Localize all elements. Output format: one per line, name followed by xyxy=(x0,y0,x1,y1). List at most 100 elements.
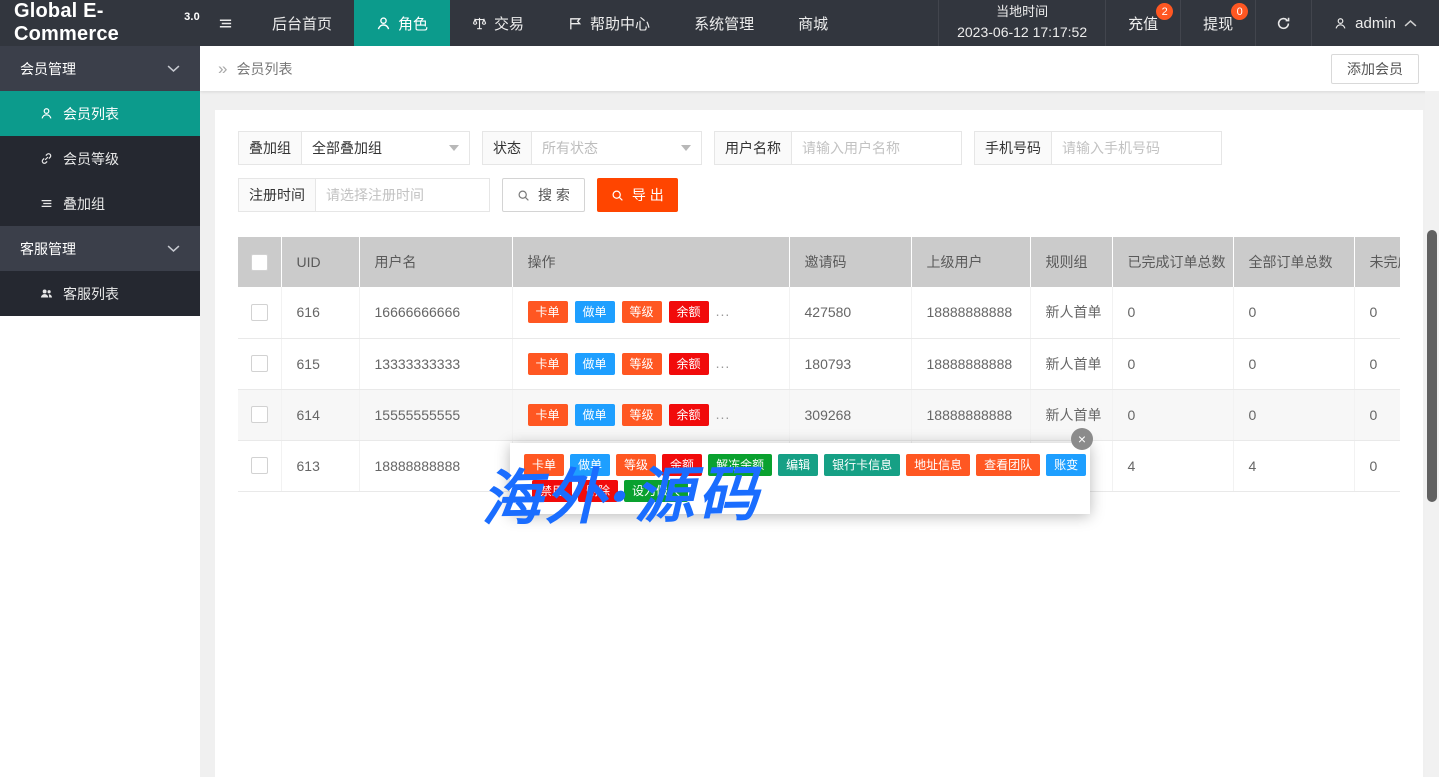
user-icon xyxy=(376,16,391,31)
nav-item-help-center[interactable]: 帮助中心 xyxy=(546,0,672,46)
scrollbar-thumb[interactable] xyxy=(1427,230,1437,502)
row-checkbox[interactable] xyxy=(251,457,268,474)
card-order-button[interactable]: 卡单 xyxy=(528,404,568,426)
search-icon xyxy=(611,189,624,202)
balance-button[interactable]: 余额 xyxy=(669,353,709,375)
sidebar-group-service-management[interactable]: 客服管理 xyxy=(0,226,200,271)
level-button[interactable]: 等级 xyxy=(622,353,662,375)
sidebar-item-stack-group[interactable]: 叠加组 xyxy=(0,181,200,226)
do-order-button[interactable]: 做单 xyxy=(575,404,615,426)
sidebar-item-member-list[interactable]: 会员列表 xyxy=(0,91,200,136)
more-actions-button[interactable]: ... xyxy=(716,303,731,319)
sidebar-item-service-list[interactable]: 客服列表 xyxy=(0,271,200,316)
balance-button[interactable]: 余额 xyxy=(669,301,709,323)
cell-uncompleted-orders: 0 xyxy=(1354,338,1400,389)
stack-group-value: 全部叠加组 xyxy=(312,138,382,158)
main-region: 叠加组 全部叠加组 状态 所有状态 用户名称 手机号码 xyxy=(200,91,1425,777)
set-fake-user-button[interactable]: 设为假人 xyxy=(624,480,688,502)
row-checkbox[interactable] xyxy=(251,304,268,321)
refresh-button[interactable] xyxy=(1256,0,1312,46)
do-order-button[interactable]: 做单 xyxy=(575,301,615,323)
admin-username: admin xyxy=(1355,15,1396,32)
admin-menu[interactable]: admin xyxy=(1312,0,1439,46)
popup-close-button[interactable]: × xyxy=(1071,428,1093,450)
table-row: 615 13333333333 卡单做单等级余额... 180793 18888… xyxy=(238,338,1400,389)
chevron-down-icon xyxy=(167,242,180,255)
nav-item-roles[interactable]: 角色 xyxy=(354,0,450,46)
cell-uncompleted-orders: 0 xyxy=(1354,440,1400,491)
card-order-button[interactable]: 卡单 xyxy=(528,301,568,323)
level-button[interactable]: 等级 xyxy=(622,301,662,323)
card-order-button[interactable]: 卡单 xyxy=(524,454,564,476)
level-button[interactable]: 等级 xyxy=(622,404,662,426)
view-team-button[interactable]: 查看团队 xyxy=(976,454,1040,476)
username-input[interactable] xyxy=(792,131,962,165)
table-row: 616 16666666666 卡单做单等级余额... 427580 18888… xyxy=(238,287,1400,338)
nav-item-label: 交易 xyxy=(494,13,524,34)
do-order-button[interactable]: 做单 xyxy=(570,454,610,476)
brand-version: 3.0 xyxy=(184,11,200,23)
cell-parent-user: 18888888888 xyxy=(911,338,1030,389)
disable-button[interactable]: 禁用 xyxy=(532,480,572,502)
sidebar-collapse-button[interactable] xyxy=(200,0,250,46)
sidebar-item-label: 客服列表 xyxy=(63,284,119,304)
stack-group-select[interactable]: 全部叠加组 xyxy=(302,131,470,165)
bank-card-info-button[interactable]: 银行卡信息 xyxy=(824,454,900,476)
status-select[interactable]: 所有状态 xyxy=(532,131,702,165)
balance-button[interactable]: 余额 xyxy=(662,454,702,476)
edit-button[interactable]: 编辑 xyxy=(778,454,818,476)
cell-actions: 卡单做单等级余额... xyxy=(512,389,789,440)
nav-item-dashboard[interactable]: 后台首页 xyxy=(250,0,354,46)
unfreeze-balance-button[interactable]: 解冻余额 xyxy=(708,454,772,476)
breadcrumb-bar: » 会员列表 添加会员 xyxy=(200,46,1439,91)
row-checkbox[interactable] xyxy=(251,406,268,423)
nav-item-label: 后台首页 xyxy=(272,13,332,34)
sidebar-group-label: 会员管理 xyxy=(20,59,76,79)
delete-button[interactable]: 删除 xyxy=(578,480,618,502)
sidebar-item-member-level[interactable]: 会员等级 xyxy=(0,136,200,181)
lines-icon xyxy=(40,197,53,210)
nav-item-label: 帮助中心 xyxy=(590,13,650,34)
add-member-button[interactable]: 添加会员 xyxy=(1331,54,1419,84)
account-change-button[interactable]: 账变 xyxy=(1046,454,1086,476)
flag-icon xyxy=(568,16,583,31)
column-header-total-orders: 全部订单总数 xyxy=(1233,237,1354,287)
vertical-scrollbar xyxy=(1425,91,1439,777)
regtime-input[interactable] xyxy=(316,178,490,212)
search-button[interactable]: 搜 索 xyxy=(502,178,585,212)
popup-actions-row-2: 禁用 删除 设为假人 xyxy=(532,480,1090,502)
sidebar-group-member-management[interactable]: 会员管理 xyxy=(0,46,200,91)
top-navbar: Global E-Commerce 3.0 后台首页 角色 交易 帮助中心 系统… xyxy=(0,0,1439,46)
cell-username: 16666666666 xyxy=(359,287,512,338)
nav-item-label: 商城 xyxy=(798,13,828,34)
nav-item-mall[interactable]: 商城 xyxy=(776,0,850,46)
nav-item-label: 系统管理 xyxy=(694,13,754,34)
recharge-button[interactable]: 充值 2 xyxy=(1106,0,1181,46)
phone-filter: 手机号码 xyxy=(974,131,1222,165)
more-actions-button[interactable]: ... xyxy=(716,406,731,422)
sidebar-item-label: 叠加组 xyxy=(63,194,105,214)
status-filter: 状态 所有状态 xyxy=(482,131,702,165)
withdraw-button[interactable]: 提现 0 xyxy=(1181,0,1256,46)
cell-uncompleted-orders: 0 xyxy=(1354,287,1400,338)
nav-item-trade[interactable]: 交易 xyxy=(450,0,546,46)
row-checkbox[interactable] xyxy=(251,355,268,372)
column-header-uncompleted-orders: 未完成订单总数 xyxy=(1354,237,1400,287)
cell-rule-group: 新人首单 xyxy=(1030,389,1112,440)
export-button[interactable]: 导 出 xyxy=(597,178,678,212)
card-order-button[interactable]: 卡单 xyxy=(528,353,568,375)
nav-item-system[interactable]: 系统管理 xyxy=(672,0,776,46)
do-order-button[interactable]: 做单 xyxy=(575,353,615,375)
address-info-button[interactable]: 地址信息 xyxy=(906,454,970,476)
cell-invite-code: 180793 xyxy=(789,338,911,389)
cell-uid: 613 xyxy=(281,440,359,491)
level-button[interactable]: 等级 xyxy=(616,454,656,476)
stack-group-filter: 叠加组 全部叠加组 xyxy=(238,131,470,165)
sidebar: 会员管理 会员列表 会员等级 叠加组 客服管理 客服列表 xyxy=(0,46,200,316)
phone-input[interactable] xyxy=(1052,131,1222,165)
recharge-badge: 2 xyxy=(1156,3,1173,20)
select-all-checkbox[interactable] xyxy=(251,254,268,271)
balance-button[interactable]: 余额 xyxy=(669,404,709,426)
column-header-actions: 操作 xyxy=(512,237,789,287)
more-actions-button[interactable]: ... xyxy=(716,355,731,371)
